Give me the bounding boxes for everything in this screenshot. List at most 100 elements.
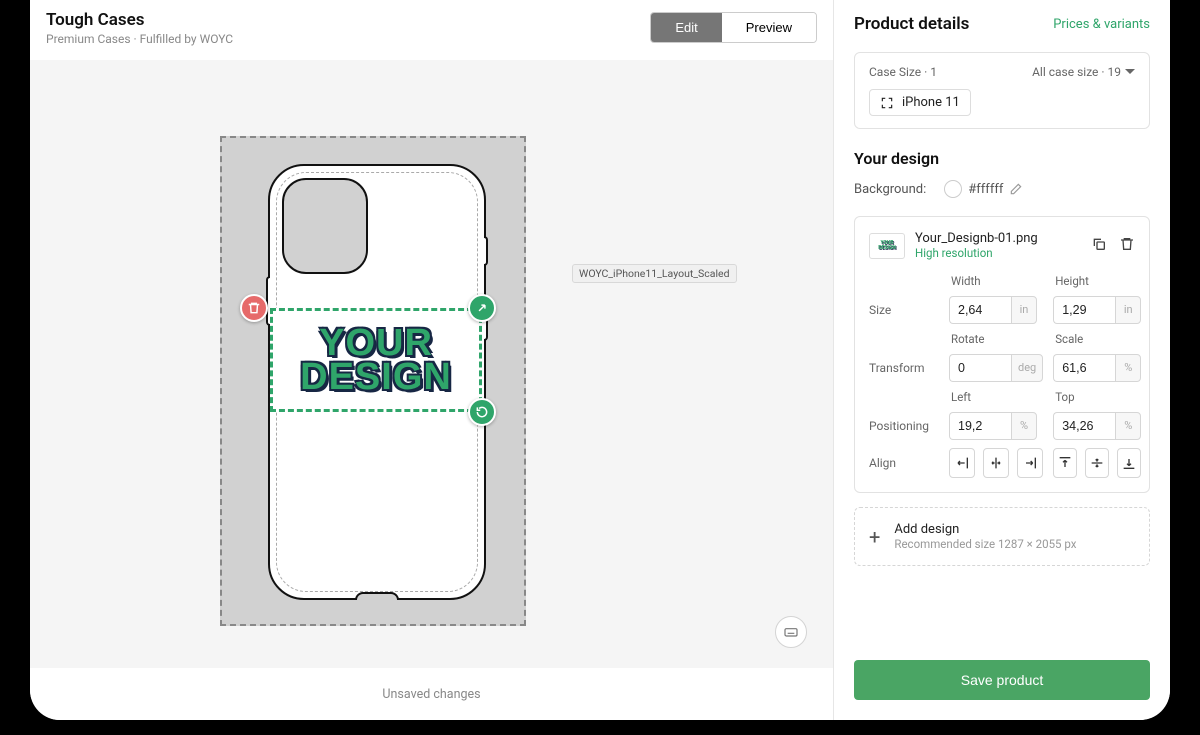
variant-all-label: All case size · 19	[1032, 65, 1121, 79]
copy-icon	[1091, 236, 1107, 252]
variant-all-dropdown[interactable]: All case size · 19	[1032, 65, 1135, 79]
left-unit: %	[1011, 412, 1037, 440]
align-right-button[interactable]	[1017, 448, 1043, 478]
design-artwork: YOUR DESIGN	[300, 326, 452, 394]
keyboard-shortcuts-button[interactable]	[775, 616, 807, 648]
height-field: in	[1053, 296, 1141, 324]
edit-tab[interactable]: Edit	[651, 13, 721, 42]
scale-handle[interactable]	[468, 294, 496, 322]
size-row-label: Size	[869, 303, 939, 317]
rotate-unit: deg	[1011, 354, 1043, 382]
print-area[interactable]: YOUR DESIGN	[220, 136, 526, 626]
align-bottom-button[interactable]	[1117, 448, 1141, 478]
fullscreen-icon	[880, 96, 894, 110]
editor-window: Tough Cases Premium Cases · Fulfilled by…	[30, 0, 1170, 720]
unsaved-status: Unsaved changes	[382, 687, 480, 702]
left-input[interactable]	[949, 412, 1011, 440]
align-left-button[interactable]	[949, 448, 975, 478]
rotate-field: deg	[949, 354, 1043, 382]
background-label: Background:	[854, 182, 926, 197]
product-subtitle: Premium Cases · Fulfilled by WOYC	[46, 32, 233, 46]
align-vcenter-button[interactable]	[1085, 448, 1109, 478]
rotate-handle[interactable]	[468, 398, 496, 426]
expand-icon	[475, 301, 489, 315]
width-input[interactable]	[949, 296, 1011, 324]
rotate-col-label: Rotate	[949, 332, 1043, 346]
positioning-row-label: Positioning	[869, 419, 939, 433]
top-unit: %	[1115, 412, 1141, 440]
transform-row-label: Transform	[869, 361, 939, 375]
top-field: %	[1053, 412, 1141, 440]
layer-filename: Your_Designb-01.png	[915, 231, 1038, 246]
scale-unit: %	[1115, 354, 1141, 382]
scale-field: %	[1053, 354, 1141, 382]
trash-icon	[247, 301, 261, 315]
add-design-card[interactable]: + Add design Recommended size 1287 × 205…	[854, 507, 1150, 566]
align-hcenter-icon	[988, 455, 1004, 471]
mode-segmented: Edit Preview	[650, 12, 817, 43]
top-col-label: Top	[1053, 390, 1141, 404]
trash-icon	[1119, 236, 1135, 252]
align-left-icon	[954, 455, 970, 471]
pencil-icon	[1009, 182, 1023, 196]
layer-tooltip: WOYC_iPhone11_Layout_Scaled	[572, 264, 737, 283]
add-design-title: Add design	[894, 522, 1076, 537]
left-footer: Unsaved changes	[30, 668, 833, 720]
left-field: %	[949, 412, 1043, 440]
design-selection[interactable]: YOUR DESIGN	[270, 308, 482, 412]
delete-handle[interactable]	[240, 294, 268, 322]
rotate-icon	[475, 405, 489, 419]
plus-icon: +	[869, 527, 880, 547]
width-col-label: Width	[949, 274, 1043, 288]
height-col-label: Height	[1053, 274, 1141, 288]
product-title: Tough Cases	[46, 10, 233, 30]
height-unit: in	[1115, 296, 1141, 324]
background-picker[interactable]: #ffffff	[944, 180, 1023, 198]
align-top-icon	[1057, 455, 1073, 471]
background-swatch	[944, 180, 962, 198]
variant-chip-label: iPhone 11	[902, 95, 960, 110]
design-line2: DESIGN	[300, 356, 452, 398]
side-button-1	[484, 236, 488, 266]
left-pane: Tough Cases Premium Cases · Fulfilled by…	[30, 0, 834, 720]
layer-card: YOURDESIGN Your_Designb-01.png High reso…	[854, 216, 1150, 493]
align-top-button[interactable]	[1053, 448, 1077, 478]
chevron-down-icon	[1125, 69, 1135, 79]
canvas-area[interactable]: YOUR DESIGN WOYC_iPhone11_Layout_Scaled	[30, 60, 833, 668]
details-header: Product details Prices & variants	[854, 14, 1150, 34]
align-bottom-icon	[1121, 455, 1137, 471]
top-input[interactable]	[1053, 412, 1115, 440]
layer-thumbnail: YOURDESIGN	[869, 233, 905, 259]
right-scroll[interactable]: Product details Prices & variants Case S…	[834, 0, 1170, 646]
background-row: Background: #ffffff	[854, 180, 1150, 198]
bottom-notch	[355, 592, 399, 600]
prices-variants-link[interactable]: Prices & variants	[1053, 17, 1150, 32]
rotate-input[interactable]	[949, 354, 1011, 382]
variant-box: Case Size · 1 All case size · 19 iPhone …	[854, 52, 1150, 129]
scale-col-label: Scale	[1053, 332, 1141, 346]
save-product-button[interactable]: Save product	[854, 660, 1150, 700]
align-hcenter-button[interactable]	[983, 448, 1009, 478]
variant-chip[interactable]: iPhone 11	[869, 89, 971, 116]
duplicate-layer-button[interactable]	[1091, 236, 1107, 256]
align-row-label: Align	[869, 456, 939, 470]
background-value: #ffffff	[968, 182, 1003, 197]
delete-layer-button[interactable]	[1119, 236, 1135, 256]
height-input[interactable]	[1053, 296, 1115, 324]
right-footer: Save product	[834, 646, 1170, 720]
width-unit: in	[1011, 296, 1037, 324]
details-title: Product details	[854, 14, 969, 34]
keyboard-icon	[783, 624, 799, 640]
align-vcenter-icon	[1089, 455, 1105, 471]
variant-group-label: Case Size · 1	[869, 65, 937, 79]
scale-input[interactable]	[1053, 354, 1115, 382]
preview-tab[interactable]: Preview	[722, 13, 816, 42]
top-header: Tough Cases Premium Cases · Fulfilled by…	[30, 0, 833, 60]
layer-resolution: High resolution	[915, 246, 1038, 260]
add-design-subtitle: Recommended size 1287 × 2055 px	[894, 537, 1076, 551]
your-design-title: Your design	[854, 149, 1150, 168]
right-panel: Product details Prices & variants Case S…	[834, 0, 1170, 720]
camera-cutout	[282, 178, 368, 274]
align-right-icon	[1022, 455, 1038, 471]
width-field: in	[949, 296, 1043, 324]
